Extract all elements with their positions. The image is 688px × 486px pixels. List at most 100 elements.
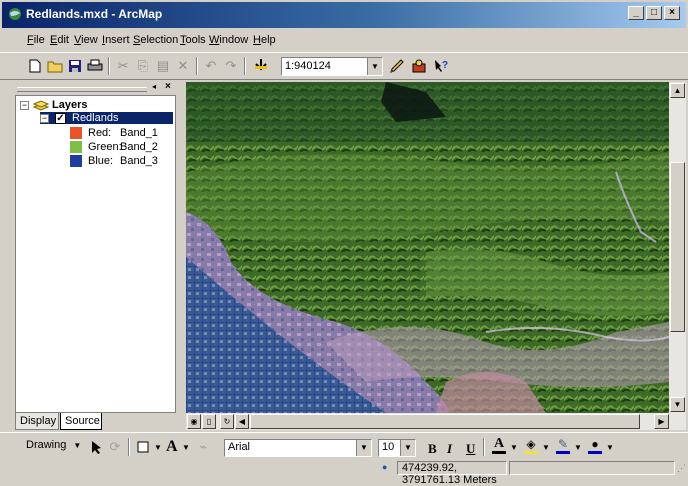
map-scale-combobox[interactable]: 1:940124 ▼: [281, 57, 383, 76]
rotate-icon[interactable]: ⟳: [106, 438, 124, 456]
toc-title-bar: ◂ ×: [15, 81, 176, 94]
chevron-down-icon[interactable]: ▼: [367, 58, 382, 75]
rectangle-icon[interactable]: [134, 438, 152, 456]
toc-close-icon[interactable]: ×: [165, 81, 171, 92]
layers-label: Layers: [52, 99, 88, 111]
coordinate-globe-icon: ●: [382, 462, 388, 472]
satellite-raster-image: [186, 82, 669, 413]
vertical-scrollbar[interactable]: ▲ ▼: [669, 82, 686, 413]
underline-button[interactable]: U: [466, 441, 475, 457]
whats-this-help-icon[interactable]: ?: [432, 57, 450, 75]
editor-toolbar-icon[interactable]: [388, 57, 406, 75]
redlands-layer-label: Redlands: [72, 112, 119, 124]
collapse-icon[interactable]: −: [20, 100, 29, 110]
new-document-icon[interactable]: [26, 57, 44, 75]
tree-row-layers[interactable]: − Layers: [20, 99, 87, 111]
toc-drag-handle[interactable]: [17, 87, 147, 92]
legend-item-red: Red: Band_1: [70, 127, 158, 139]
resize-grip-icon[interactable]: ⋰: [677, 463, 686, 474]
font-color-icon[interactable]: A: [490, 436, 508, 454]
tab-display[interactable]: Display: [15, 413, 59, 430]
arcmap-globe-icon: [9, 8, 21, 20]
scroll-up-icon[interactable]: ▲: [670, 83, 685, 98]
print-icon[interactable]: [86, 57, 104, 75]
menu-help[interactable]: Help: [253, 34, 276, 46]
menu-view[interactable]: View: [74, 34, 98, 46]
refresh-icon[interactable]: ↻: [220, 414, 234, 429]
redo-icon[interactable]: ↷: [222, 57, 240, 75]
menu-file[interactable]: File: [27, 34, 45, 46]
new-text-icon[interactable]: A: [166, 438, 178, 456]
toolbar-separator: [128, 438, 130, 456]
copy-icon[interactable]: ⎘: [134, 57, 152, 75]
drawing-menu[interactable]: Drawing ▼: [26, 439, 81, 451]
edit-vertices-icon[interactable]: ⌁: [194, 438, 212, 456]
scroll-down-icon[interactable]: ▼: [670, 397, 685, 412]
select-elements-icon[interactable]: [88, 438, 106, 456]
svg-text:?: ?: [442, 60, 448, 71]
open-folder-icon[interactable]: [46, 57, 64, 75]
scroll-left-icon[interactable]: ◀: [235, 414, 249, 429]
maximize-button[interactable]: □: [646, 6, 662, 20]
toolbar-separator: [483, 438, 485, 456]
fill-color-icon[interactable]: ◈: [522, 436, 540, 454]
menu-selection[interactable]: Selection: [133, 34, 178, 46]
map-scale-value: 1:940124: [285, 60, 331, 72]
data-view-icon[interactable]: ◉: [187, 414, 201, 429]
horizontal-scroll-thumb[interactable]: [250, 414, 640, 429]
menu-tools[interactable]: Tools: [180, 34, 206, 46]
tree-row-redlands[interactable]: − ✓ Redlands: [40, 112, 173, 124]
italic-button[interactable]: I: [447, 441, 452, 457]
close-button[interactable]: ×: [664, 6, 680, 20]
map-display[interactable]: [186, 82, 669, 413]
save-icon[interactable]: [66, 57, 84, 75]
toc-tree: − Layers − ✓ Redlands Red: Band_1 Green:…: [15, 95, 176, 413]
horizontal-scrollbar[interactable]: ◉ ▯ ↻ ◀ ▶: [186, 413, 686, 430]
line-color-icon[interactable]: ✎: [554, 436, 572, 454]
tab-source[interactable]: Source: [60, 413, 102, 430]
font-value: Arial: [228, 441, 251, 453]
toc-tabs: Display Source: [15, 413, 176, 433]
toolbar-separator: [244, 57, 246, 75]
layer-visibility-checkbox[interactable]: ✓: [55, 112, 66, 124]
legend-item-blue: Blue: Band_3: [70, 155, 158, 167]
undo-icon[interactable]: ↶: [202, 57, 220, 75]
coordinate-readout: 474239.92, 3791761.13 Meters: [397, 461, 507, 486]
chevron-down-icon[interactable]: ▼: [182, 443, 190, 452]
add-data-icon[interactable]: [252, 57, 270, 75]
chevron-down-icon[interactable]: ▼: [356, 440, 371, 456]
drawing-toolbar: Drawing ▼ ⟳ ▼ A ▼ ⌁ Arial ▼ 10 ▼ B I U A…: [0, 432, 688, 460]
font-size-combobox[interactable]: 10 ▼: [378, 439, 416, 457]
menu-bar: File Edit View Insert Selection Tools Wi…: [0, 30, 688, 50]
status-panel-empty: [509, 461, 675, 475]
chevron-down-icon[interactable]: ▼: [400, 440, 415, 456]
chevron-down-icon[interactable]: ▼: [574, 443, 582, 452]
layout-view-icon[interactable]: ▯: [202, 414, 216, 429]
delete-icon[interactable]: ✕: [174, 57, 192, 75]
chevron-down-icon[interactable]: ▼: [510, 443, 518, 452]
menu-edit[interactable]: Edit: [50, 34, 69, 46]
marker-color-icon[interactable]: ●: [586, 436, 604, 454]
menu-window[interactable]: Window: [209, 34, 248, 46]
menu-insert[interactable]: Insert: [102, 34, 130, 46]
red-swatch: [70, 127, 82, 139]
arctoolbox-icon[interactable]: [410, 57, 428, 75]
font-size-value: 10: [382, 441, 395, 453]
cut-icon[interactable]: ✂: [114, 57, 132, 75]
bold-button[interactable]: B: [428, 441, 437, 457]
vertical-scroll-thumb[interactable]: [670, 162, 685, 332]
toc-autohide-icon[interactable]: ◂: [152, 82, 156, 91]
status-bar: ● 474239.92, 3791761.13 Meters ⋰: [0, 460, 688, 486]
window-title: Redlands.mxd - ArcMap: [26, 7, 163, 21]
font-combobox[interactable]: Arial ▼: [224, 439, 372, 457]
scroll-right-icon[interactable]: ▶: [654, 414, 669, 429]
chevron-down-icon[interactable]: ▼: [542, 443, 550, 452]
paste-icon[interactable]: ▤: [154, 57, 172, 75]
minimize-button[interactable]: _: [628, 6, 644, 20]
chevron-down-icon: ▼: [73, 441, 82, 450]
chevron-down-icon[interactable]: ▼: [606, 443, 614, 452]
title-bar: Redlands.mxd - ArcMap _ □ ×: [0, 0, 688, 28]
collapse-icon[interactable]: −: [40, 113, 49, 123]
toolbar-separator: [108, 57, 110, 75]
chevron-down-icon[interactable]: ▼: [154, 443, 162, 452]
